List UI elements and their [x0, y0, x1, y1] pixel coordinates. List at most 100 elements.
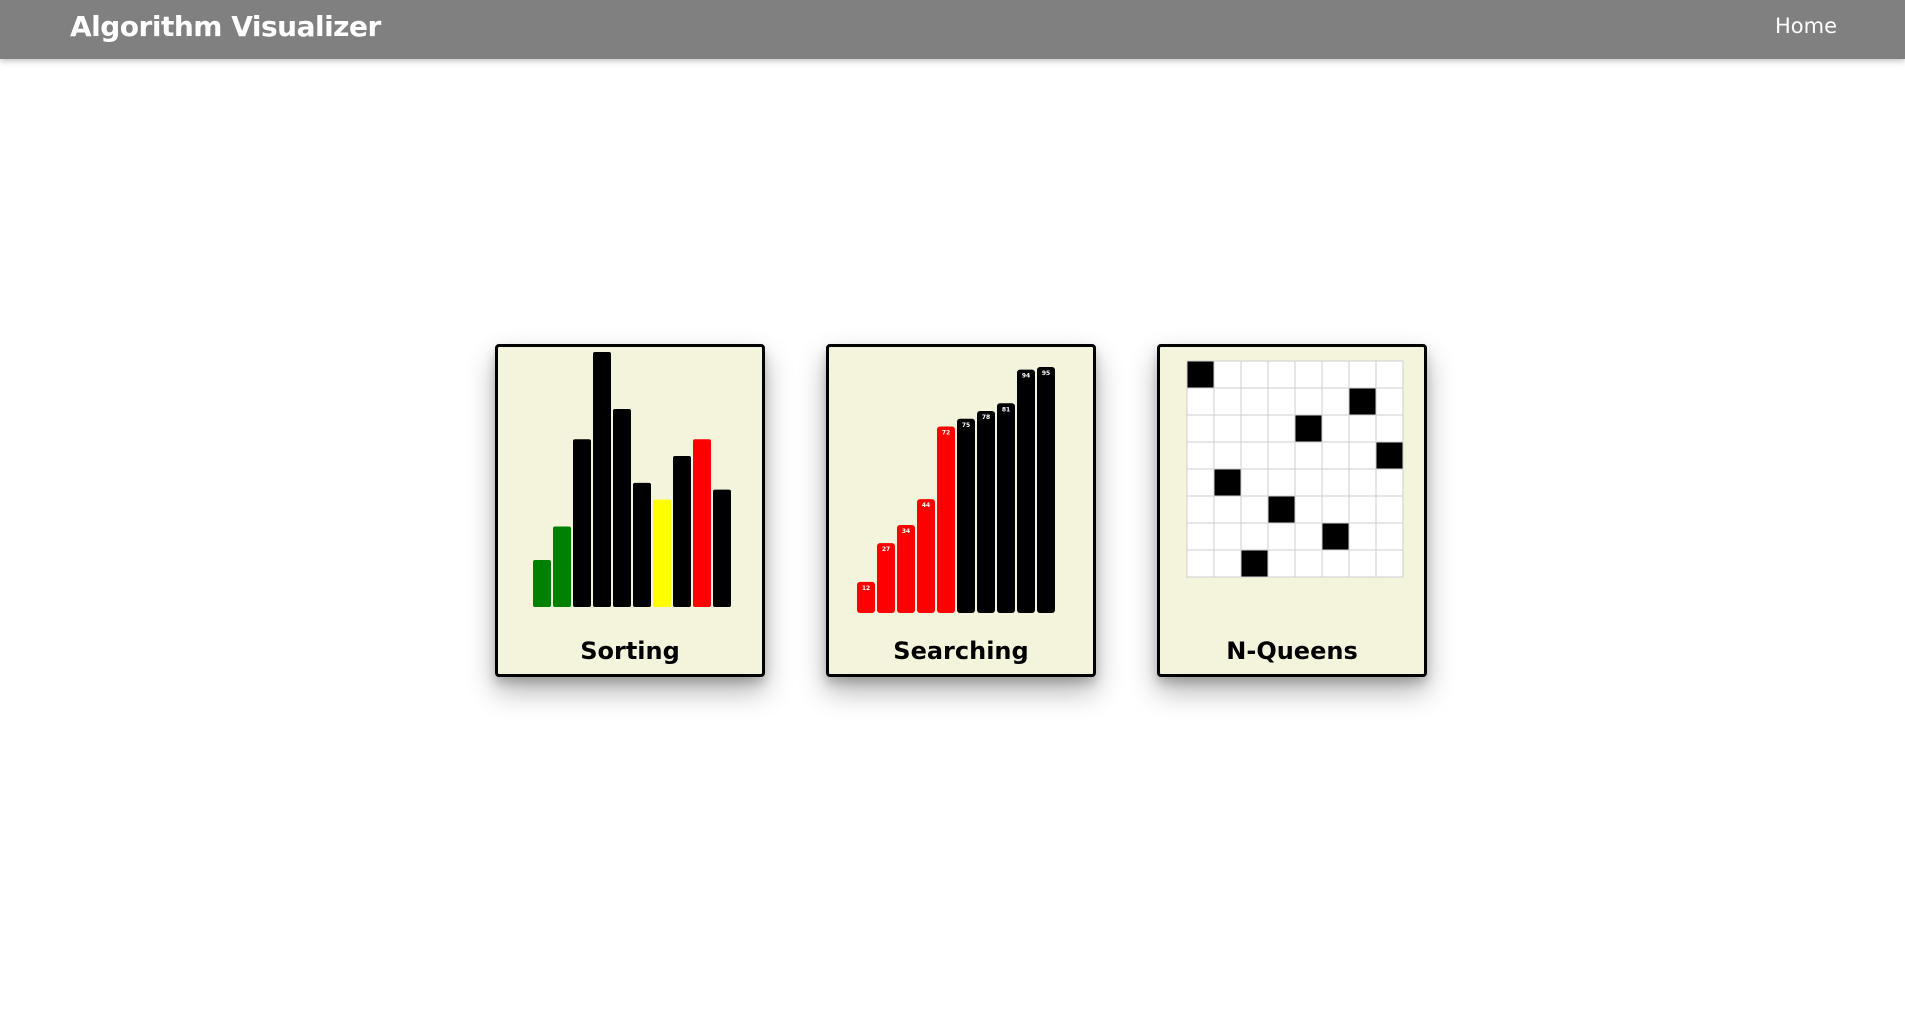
board-cell: [1294, 387, 1323, 416]
sorting-bar: [653, 499, 671, 607]
board-cell: [1348, 468, 1377, 497]
card-label-n-queens: N-Queens: [1226, 637, 1358, 665]
searching-bar: [957, 418, 975, 613]
board-cell: [1375, 468, 1404, 497]
board-cell: [1213, 441, 1242, 470]
board-cell: [1375, 549, 1404, 578]
board-cell: [1321, 414, 1350, 443]
queen-cell: [1348, 387, 1377, 416]
board-cell: [1240, 522, 1269, 551]
card-label-searching: Searching: [893, 637, 1029, 665]
sorting-preview: [533, 352, 731, 607]
board-cell: [1267, 360, 1296, 389]
card-searching[interactable]: 12 27 34 44 72 75 78 81 94 95 Searching: [826, 344, 1096, 677]
searching-bar: [917, 499, 935, 613]
board-cell: [1267, 387, 1296, 416]
sorting-bar: [553, 526, 571, 607]
n-queens-preview: [1186, 360, 1404, 578]
card-label-sorting: Sorting: [580, 637, 680, 665]
board-cell: [1294, 441, 1323, 470]
board-cell: [1186, 495, 1215, 524]
board-cell: [1240, 360, 1269, 389]
searching-bar-value: 72: [942, 430, 950, 437]
board-cell: [1186, 441, 1215, 470]
board-cell: [1267, 414, 1296, 443]
board-cell: [1321, 468, 1350, 497]
board-cell: [1294, 549, 1323, 578]
searching-preview: 12 27 34 44 72 75 78 81 94 95: [857, 367, 1055, 613]
searching-bar-value: 81: [1002, 406, 1010, 413]
board-cell: [1213, 387, 1242, 416]
board-cell: [1240, 414, 1269, 443]
sorting-bar: [593, 352, 611, 607]
sorting-bar: [573, 439, 591, 607]
board-cell: [1213, 414, 1242, 443]
searching-bar-value: 95: [1042, 370, 1050, 377]
queen-cell: [1375, 441, 1404, 470]
searching-bar: [1017, 369, 1035, 613]
top-navbar: Algorithm Visualizer Home: [0, 0, 1905, 59]
board-cell: [1294, 495, 1323, 524]
board-cell: [1186, 414, 1215, 443]
board-cell: [1186, 468, 1215, 497]
board-cell: [1348, 495, 1377, 524]
board-cell: [1348, 522, 1377, 551]
searching-bar: [937, 426, 955, 613]
board-cell: [1213, 360, 1242, 389]
board-cell: [1321, 549, 1350, 578]
nav-home-link[interactable]: Home: [1775, 14, 1837, 38]
board-cell: [1294, 360, 1323, 389]
brand-title[interactable]: Algorithm Visualizer: [70, 10, 381, 43]
board-cell: [1186, 522, 1215, 551]
board-cell: [1321, 387, 1350, 416]
searching-bar: [1037, 367, 1055, 613]
sorting-bar: [673, 456, 691, 607]
board-cell: [1375, 360, 1404, 389]
card-n-queens[interactable]: N-Queens: [1157, 344, 1427, 677]
queen-cell: [1267, 495, 1296, 524]
board-cell: [1348, 414, 1377, 443]
queen-cell: [1186, 360, 1215, 389]
sorting-bar: [533, 560, 551, 607]
board-cell: [1321, 495, 1350, 524]
sorting-bar: [613, 409, 631, 607]
searching-bar: [877, 543, 895, 613]
searching-bar: [977, 411, 995, 613]
queen-cell: [1321, 522, 1350, 551]
board-cell: [1240, 441, 1269, 470]
board-cell: [1240, 468, 1269, 497]
board-cell: [1267, 441, 1296, 470]
searching-bar-value: 34: [902, 528, 910, 535]
searching-bar-value: 94: [1022, 373, 1030, 380]
searching-bar-value: 12: [862, 585, 870, 592]
queen-cell: [1240, 549, 1269, 578]
searching-bar: [997, 403, 1015, 613]
board-cell: [1186, 387, 1215, 416]
queen-cell: [1294, 414, 1323, 443]
board-cell: [1186, 549, 1215, 578]
card-sorting[interactable]: Sorting: [495, 344, 765, 677]
searching-bar-value: 44: [922, 502, 930, 509]
board-cell: [1321, 360, 1350, 389]
board-cell: [1294, 522, 1323, 551]
board-cell: [1213, 522, 1242, 551]
searching-bar-value: 27: [882, 546, 890, 553]
board-cell: [1375, 414, 1404, 443]
board-cell: [1294, 468, 1323, 497]
board-cell: [1213, 549, 1242, 578]
board-cell: [1375, 387, 1404, 416]
board-cell: [1375, 522, 1404, 551]
board-cell: [1240, 387, 1269, 416]
board-cell: [1348, 549, 1377, 578]
board-cell: [1321, 441, 1350, 470]
sorting-bar: [633, 482, 651, 607]
sorting-bar: [713, 489, 731, 607]
searching-bar-value: 78: [982, 414, 990, 421]
board-cell: [1267, 468, 1296, 497]
board-cell: [1348, 360, 1377, 389]
board-cell: [1240, 495, 1269, 524]
board-cell: [1213, 495, 1242, 524]
searching-bar: [897, 524, 915, 613]
searching-bar-value: 75: [962, 422, 970, 429]
board-cell: [1375, 495, 1404, 524]
